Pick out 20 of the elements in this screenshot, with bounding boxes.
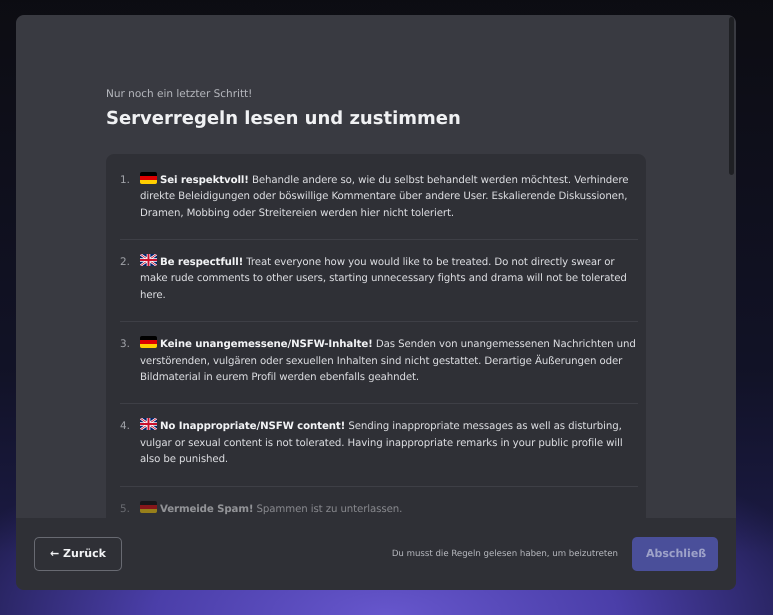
rule-text: Keine unangemessene/NSFW-Inhalte! Das Senden von unangemessenen Nachrichten und verstörenden, vulgären oder sexuellen Inhalten sind nicht gestattet. Derartige Äußerungen oder Bildmaterial in eurem Profil werden ebenfalls geahndet. (140, 336, 638, 386)
german-flag-icon (140, 500, 157, 513)
rule-text: No Inappropriate/NSFW content! Sending inappropriate messages as well as disturbing, vulgar or sexual content is not tolerated. Having inappropriate remarks in your public profile will also be punished. (140, 418, 638, 469)
list-number: 1. (120, 172, 131, 188)
british-flag-icon (140, 418, 157, 430)
german-flag-icon (140, 172, 157, 184)
list-number: 5. (120, 502, 131, 517)
list-number: 4. (120, 419, 131, 434)
rule-text: Sei respektvoll! Behandle andere so, wie du selbst behandelt werden möchtest. Verhindere direkte Beleidigungen oder böswillige Kommentare über andere User. Eskalierende Diskussionen, Dramen, Mobbing oder Streitereien werden hier nicht toleriert. (140, 172, 638, 222)
modal-title: Serverregeln lesen und zustimmen (106, 106, 462, 131)
scrollbar-thumb[interactable] (729, 17, 734, 175)
german-flag-icon (140, 336, 157, 348)
list-number: 3. (120, 337, 131, 352)
list-number: 2. (120, 254, 131, 270)
rule-text: Vermeide Spam! Spammen ist zu unterlassen. (140, 500, 402, 518)
british-flag-icon (140, 254, 157, 266)
back-button[interactable]: ← Zurück (34, 536, 122, 572)
rule-text: Be respectfull! Treat everyone how you would like to be treated. Do not directly swear or make rude comments to other users, starting unnecessary fights and drama will not be tolerated here. (140, 254, 638, 304)
hint-text: Du musst die Regeln gelesen haben, um beizutreten (392, 548, 618, 560)
subtitle: Nur noch ein letzter Schritt! (106, 87, 254, 102)
